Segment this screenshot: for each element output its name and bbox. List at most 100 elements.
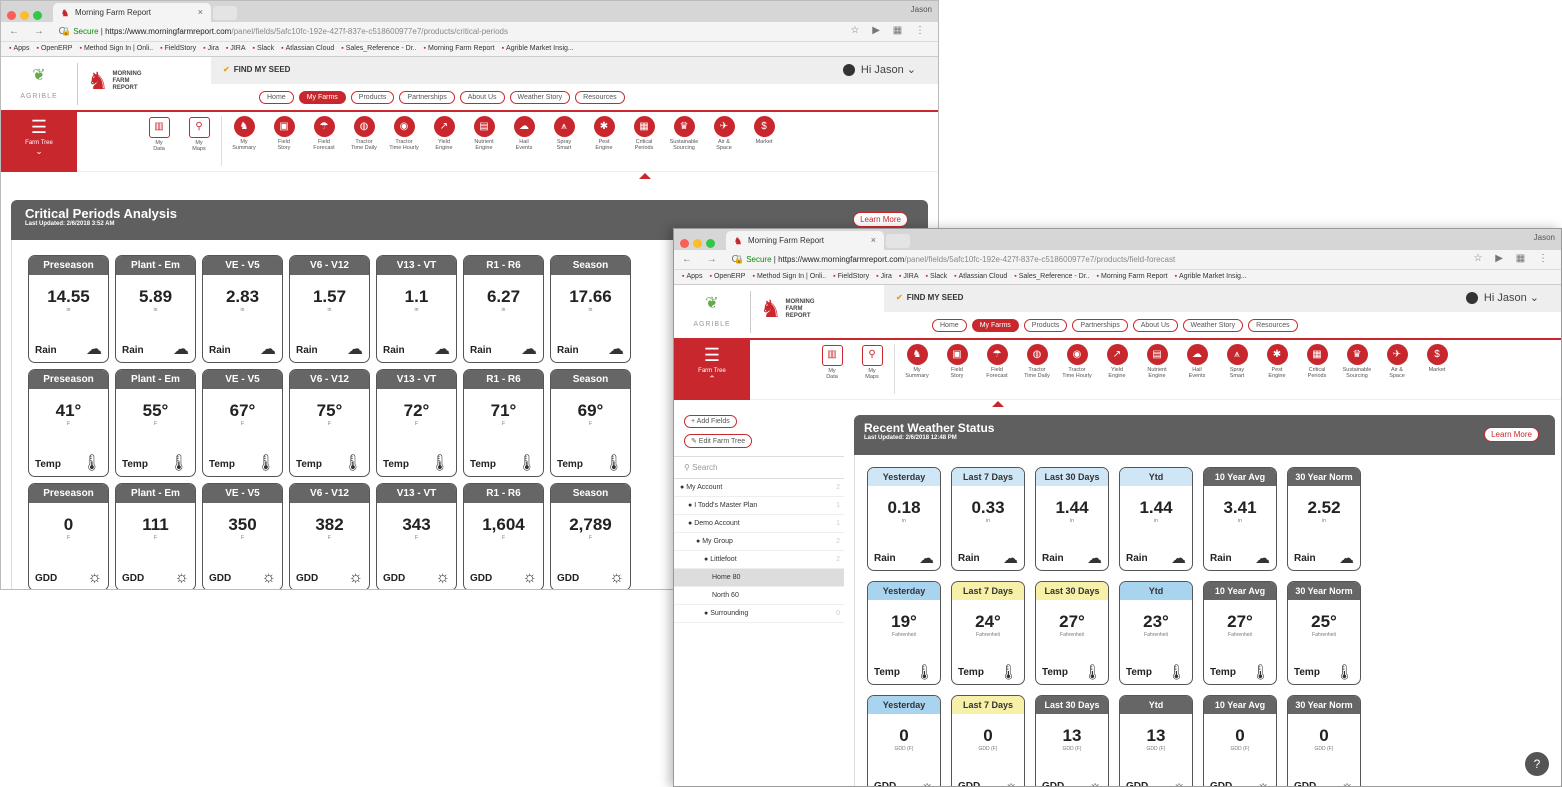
close-window-button[interactable] (7, 11, 16, 20)
learn-more-button[interactable]: Learn More (1484, 427, 1539, 442)
app-critical-periods[interactable]: ▦ Critical Periods (624, 116, 664, 179)
app-my-summary[interactable]: ♞ My Summary (897, 344, 937, 394)
menu-partnerships[interactable]: Partnerships (1072, 319, 1128, 332)
metric-card[interactable]: Last 7 Days 0.33 in Rain ☁ (951, 467, 1025, 571)
close-tab-icon[interactable]: × (871, 235, 876, 245)
app-field-story[interactable]: ▣ Field Story (937, 344, 977, 394)
close-window-button[interactable] (680, 239, 689, 248)
app-critical-periods[interactable]: ▦ Critical Periods (1297, 344, 1337, 394)
metric-card[interactable]: Preseason 14.55 in Rain ☁ (28, 255, 109, 363)
toolbar-icons[interactable]: ☆ ▶ ▦ ⋮ (851, 25, 930, 36)
metric-card[interactable]: Plant - Em 5.89 in Rain ☁ (115, 255, 196, 363)
menu-resources[interactable]: Resources (575, 91, 625, 104)
metric-card[interactable]: VE - V5 350 F GDD ☼ (202, 483, 283, 589)
minimize-window-button[interactable] (20, 11, 29, 20)
user-menu[interactable]: Hi Jason ⌄ (1465, 291, 1539, 305)
bookmark-item[interactable]: ▪ Apps (9, 45, 29, 52)
app-tractor-time-daily[interactable]: ◍ Tractor Time Daily (344, 116, 384, 166)
bookmark-item[interactable]: ▪ Agrible Market Insig... (502, 45, 574, 52)
metric-card[interactable]: V13 - VT 72° F Temp 🌡 (376, 369, 457, 477)
app-hail-events[interactable]: ☁ Hail Events (1177, 344, 1217, 394)
url-field[interactable]: 🔒 Secure | https://www.morningfarmreport… (61, 27, 508, 36)
menu-products[interactable]: Products (1023, 319, 1068, 332)
metric-card[interactable]: R1 - R6 71° F Temp 🌡 (463, 369, 544, 477)
bookmark-item[interactable]: ▪ Sales_Reference - Dr.. (1014, 273, 1089, 280)
menu-my-farms[interactable]: My Farms (298, 91, 346, 104)
app-pest-engine[interactable]: ✱ Pest Engine (584, 116, 624, 166)
learn-more-button[interactable]: Learn More (853, 212, 908, 227)
bookmark-item[interactable]: ▪ Jira (876, 273, 892, 280)
metric-card[interactable]: 10 Year Avg 27° Fahrenheit Temp 🌡 (1203, 581, 1277, 685)
mfr-logo[interactable]: ♞ MORNING FARM REPORT (760, 295, 815, 324)
app-field-forecast[interactable]: ☂ Field Forecast (977, 344, 1017, 407)
bookmark-item[interactable]: ▪ Morning Farm Report (1097, 273, 1168, 280)
app-field-forecast[interactable]: ☂ Field Forecast (304, 116, 344, 166)
menu-weather-story[interactable]: Weather Story (1182, 319, 1244, 332)
bookmark-item[interactable]: ▪ Jira (203, 45, 219, 52)
metric-card[interactable]: Yesterday 0.18 in Rain ☁ (867, 467, 941, 571)
edit-farm-tree-button[interactable]: ✎ Edit Farm Tree (684, 434, 753, 448)
menu-about-us[interactable]: About Us (459, 91, 505, 104)
menu-resources[interactable]: Resources (1248, 319, 1298, 332)
app-nutrient-engine[interactable]: ▤ Nutrient Engine (1137, 344, 1177, 394)
app-my-summary[interactable]: ♞ My Summary (224, 116, 264, 166)
metric-card[interactable]: V6 - V12 75° F Temp 🌡 (289, 369, 370, 477)
metric-card[interactable]: Last 7 Days 0 GDD (F) GDD ☼ (951, 695, 1025, 786)
find-my-seed-link[interactable]: ✔ FIND MY SEED (223, 65, 290, 74)
metric-card[interactable]: Last 30 Days 27° Fahrenheit Temp 🌡 (1035, 581, 1109, 685)
metric-card[interactable]: Preseason 0 F GDD ☼ (28, 483, 109, 589)
new-tab-button[interactable] (886, 234, 910, 248)
app-hail-events[interactable]: ☁ Hail Events (504, 116, 544, 166)
browser-tab[interactable]: ♞ Morning Farm Report × (53, 3, 211, 22)
metric-card[interactable]: V13 - VT 343 F GDD ☼ (376, 483, 457, 589)
help-button[interactable]: ? (1525, 752, 1549, 776)
bookmark-item[interactable]: ▪ FieldStory (160, 45, 196, 52)
metric-card[interactable]: R1 - R6 6.27 in Rain ☁ (463, 255, 544, 363)
bookmark-item[interactable]: ▪ Atlassian Cloud (281, 45, 334, 52)
find-my-seed-link[interactable]: ✔ FIND MY SEED (896, 293, 963, 302)
metric-card[interactable]: Preseason 41° F Temp 🌡 (28, 369, 109, 477)
bookmark-item[interactable]: ▪ Method Sign In | Onli.. (752, 273, 826, 280)
app-my-maps[interactable]: ⚲ My Maps (852, 344, 892, 394)
metric-card[interactable]: Season 17.66 in Rain ☁ (550, 255, 631, 363)
metric-card[interactable]: Last 30 Days 1.44 in Rain ☁ (1035, 467, 1109, 571)
bookmark-item[interactable]: ▪ Agrible Market Insig... (1175, 273, 1247, 280)
new-tab-button[interactable] (213, 6, 237, 20)
menu-weather-story[interactable]: Weather Story (509, 91, 571, 104)
metric-card[interactable]: Yesterday 0 GDD (F) GDD ☼ (867, 695, 941, 786)
minimize-window-button[interactable] (693, 239, 702, 248)
metric-card[interactable]: 30 Year Norm 25° Fahrenheit Temp 🌡 (1287, 581, 1361, 685)
tree-node[interactable]: ● Surrounding 0 (674, 605, 844, 623)
menu-home[interactable]: Home (932, 319, 967, 332)
metric-card[interactable]: 10 Year Avg 0 GDD (F) GDD ☼ (1203, 695, 1277, 786)
menu-products[interactable]: Products (350, 91, 395, 104)
app-tractor-time-hourly[interactable]: ◉ Tractor Time Hourly (1057, 344, 1097, 394)
app-tractor-time-hourly[interactable]: ◉ Tractor Time Hourly (384, 116, 424, 166)
app-pest-engine[interactable]: ✱ Pest Engine (1257, 344, 1297, 394)
close-tab-icon[interactable]: × (198, 7, 203, 17)
bookmark-item[interactable]: ▪ Method Sign In | Onli.. (79, 45, 153, 52)
agrible-logo[interactable]: ❦ AGRIBLE (682, 293, 742, 331)
metric-card[interactable]: Ytd 1.44 in Rain ☁ (1119, 467, 1193, 571)
tree-node[interactable]: ● My Group 2 (674, 533, 844, 551)
tree-node[interactable]: North 60 (674, 587, 844, 605)
menu-about-us[interactable]: About Us (1132, 319, 1178, 332)
app-spray-smart[interactable]: ⩚ Spray Smart (544, 116, 584, 166)
app-nutrient-engine[interactable]: ▤ Nutrient Engine (464, 116, 504, 166)
bookmark-item[interactable]: ▪ Atlassian Cloud (954, 273, 1007, 280)
bookmark-item[interactable]: ▪ Slack (253, 45, 275, 52)
metric-card[interactable]: VE - V5 67° F Temp 🌡 (202, 369, 283, 477)
app-my-data[interactable]: ▥ My Data (812, 344, 852, 394)
metric-card[interactable]: V13 - VT 1.1 in Rain ☁ (376, 255, 457, 363)
agrible-logo[interactable]: ❦ AGRIBLE (9, 65, 69, 103)
bookmark-item[interactable]: ▪ Apps (682, 273, 702, 280)
menu-partnerships[interactable]: Partnerships (399, 91, 455, 104)
menu-my-farms[interactable]: My Farms (971, 319, 1019, 332)
zoom-window-button[interactable] (706, 239, 715, 248)
app-yield-engine[interactable]: ↗ Yield Engine (1097, 344, 1137, 394)
app-my-maps[interactable]: ⚲ My Maps (179, 116, 219, 166)
browser-tab[interactable]: ♞ Morning Farm Report × (726, 231, 884, 250)
metric-card[interactable]: Last 7 Days 24° Fahrenheit Temp 🌡 (951, 581, 1025, 685)
mfr-logo[interactable]: ♞ MORNING FARM REPORT (87, 67, 142, 96)
app-spray-smart[interactable]: ⩚ Spray Smart (1217, 344, 1257, 394)
